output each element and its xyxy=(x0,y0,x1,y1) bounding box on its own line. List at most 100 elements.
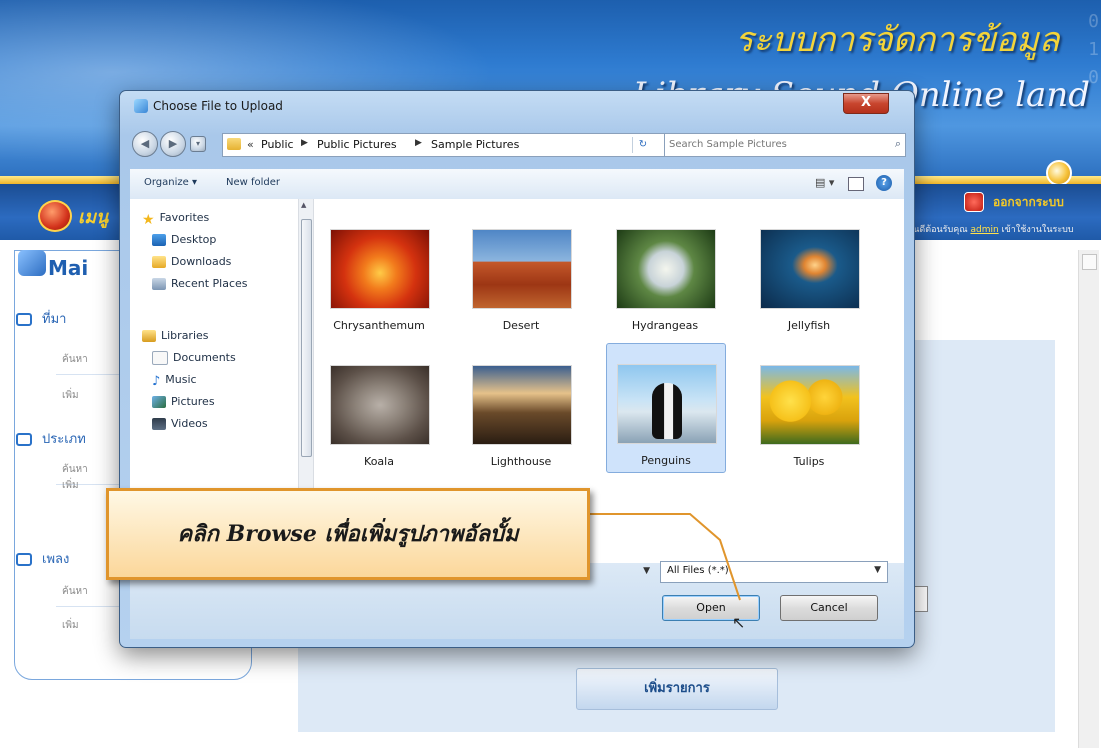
add-item-button[interactable]: เพิ่มรายการ xyxy=(576,668,778,710)
search-icon[interactable]: ⌕ xyxy=(895,137,901,151)
file-name: Desert xyxy=(502,319,540,332)
refresh-icon[interactable]: ↻ xyxy=(632,137,653,153)
welcome-prefix: ยินดีต้อนรับคุณ xyxy=(908,225,968,235)
page-scrollbar[interactable] xyxy=(1078,250,1099,748)
sidebar-sub-search[interactable]: ค้นหา xyxy=(62,462,122,477)
filename-dropdown-icon[interactable]: ▼ xyxy=(600,561,650,581)
sidebar-section-label: ที่มา xyxy=(42,312,67,327)
forward-button[interactable]: ▶ xyxy=(160,131,186,157)
file-lighthouse[interactable]: Lighthouse xyxy=(462,353,580,481)
nav-desktop[interactable]: Desktop xyxy=(152,233,216,253)
address-bar[interactable]: « Public ▶ Public Pictures ▶ Sample Pict… xyxy=(222,133,727,157)
file-desert[interactable]: Desert xyxy=(462,217,580,345)
scroll-thumb[interactable] xyxy=(301,219,312,457)
sidebar-sub-add[interactable]: เพิ่ม xyxy=(62,618,122,633)
sidebar-sub-search[interactable]: ค้นหา xyxy=(62,584,122,599)
sidebar-section-type[interactable]: ประเภท xyxy=(16,428,126,450)
new-folder-button[interactable]: New folder xyxy=(226,177,280,188)
nav-label: Favorites xyxy=(159,211,210,224)
dialog-app-icon xyxy=(134,99,148,113)
nav-label: Videos xyxy=(171,417,208,430)
user-name-link[interactable]: admin xyxy=(970,225,998,235)
file-penguins-selected[interactable]: Penguins xyxy=(606,343,726,473)
recent-places-icon xyxy=(152,278,166,290)
chevron-down-icon[interactable]: ▼ xyxy=(874,565,881,575)
power-icon[interactable] xyxy=(964,192,984,212)
sidebar-section-source[interactable]: ที่มา xyxy=(16,308,126,330)
file-name: Hydrangeas xyxy=(631,319,699,332)
nav-label: Desktop xyxy=(171,233,217,246)
pictures-icon xyxy=(152,396,166,408)
music-icon: ♪ xyxy=(152,374,161,389)
organize-menu[interactable]: Organize ▾ xyxy=(144,177,197,188)
nav-label: Documents xyxy=(173,351,236,364)
breadcrumb-separator-icon[interactable]: ▶ xyxy=(415,138,422,148)
star-icon: ★ xyxy=(142,212,155,228)
help-icon[interactable]: ? xyxy=(876,175,892,191)
documents-icon xyxy=(152,351,168,365)
nav-label: Pictures xyxy=(171,395,215,408)
sidebar-section-label: ประเภท xyxy=(42,432,86,447)
back-button[interactable]: ◀ xyxy=(132,131,158,157)
image-thumbnail xyxy=(330,229,430,309)
callout-text: คลิก Browse เพื่อเพิ่มรูปภาพอัลบั้ม xyxy=(177,521,519,547)
videos-icon xyxy=(152,418,166,430)
nav-label: Libraries xyxy=(161,329,209,342)
breadcrumb-separator-icon[interactable]: ▶ xyxy=(301,138,308,148)
nav-label: Downloads xyxy=(171,255,232,268)
sidebar-sub-search[interactable]: ค้นหา xyxy=(62,352,122,367)
scroll-thumb[interactable] xyxy=(1082,254,1097,270)
bullet-icon xyxy=(16,433,32,446)
nav-documents[interactable]: Documents xyxy=(152,351,236,371)
libraries-icon xyxy=(142,330,156,342)
breadcrumb-public[interactable]: Public xyxy=(261,138,294,151)
file-name: Jellyfish xyxy=(787,319,831,332)
image-thumbnail xyxy=(616,229,716,309)
file-type-value: All Files (*.*) xyxy=(667,565,729,576)
preview-pane-icon[interactable] xyxy=(848,177,864,191)
file-koala[interactable]: Koala xyxy=(320,353,438,481)
close-button[interactable]: X xyxy=(843,93,889,114)
user-welcome: ยินดีต้อนรับคุณ admin เข้าใช้งานในระบบ xyxy=(908,222,1101,236)
divider xyxy=(56,374,126,375)
breadcrumb-public-pictures[interactable]: Public Pictures xyxy=(317,138,397,151)
address-overflow[interactable]: « xyxy=(247,138,254,151)
nav-videos[interactable]: Videos xyxy=(152,417,208,437)
divider xyxy=(56,606,126,607)
image-thumbnail xyxy=(617,364,717,444)
image-thumbnail xyxy=(472,365,572,445)
nav-favorites[interactable]: ★ Favorites xyxy=(142,211,209,231)
nav-pictures[interactable]: Pictures xyxy=(152,395,215,415)
image-thumbnail xyxy=(472,229,572,309)
bullet-icon xyxy=(16,313,32,326)
nav-label: Music xyxy=(165,373,197,386)
instruction-callout: คลิก Browse เพื่อเพิ่มรูปภาพอัลบั้ม xyxy=(106,488,590,580)
cancel-button[interactable]: Cancel xyxy=(780,595,878,621)
main-menu-icon xyxy=(18,250,46,276)
nav-label: Recent Places xyxy=(171,277,248,290)
bullet-icon xyxy=(16,553,32,566)
desktop-icon xyxy=(152,234,166,246)
nav-home-label[interactable]: เมนู xyxy=(78,202,108,231)
logout-link[interactable]: ออกจากระบบ xyxy=(993,193,1064,212)
view-options-icon[interactable]: ▤ ▾ xyxy=(815,176,837,190)
file-name: Lighthouse xyxy=(490,455,552,468)
file-tulips[interactable]: Tulips xyxy=(750,353,868,481)
breadcrumb-sample-pictures[interactable]: Sample Pictures xyxy=(431,138,519,151)
file-jellyfish[interactable]: Jellyfish xyxy=(750,217,868,345)
recent-pages-dropdown[interactable]: ▾ xyxy=(190,136,206,152)
nav-recent-places[interactable]: Recent Places xyxy=(152,277,248,297)
file-chrysanthemum[interactable]: Chrysanthemum xyxy=(320,217,438,345)
nav-libraries[interactable]: Libraries xyxy=(142,329,209,349)
nav-music[interactable]: ♪ Music xyxy=(152,373,197,393)
dialog-toolbar: Organize ▾ New folder ▤ ▾ ? xyxy=(130,169,904,200)
home-icon[interactable] xyxy=(38,200,72,232)
file-hydrangeas[interactable]: Hydrangeas xyxy=(606,217,724,345)
search-input[interactable] xyxy=(669,136,869,152)
sidebar-sub-add[interactable]: เพิ่ม xyxy=(62,388,122,403)
nav-downloads[interactable]: Downloads xyxy=(152,255,231,275)
file-type-select[interactable]: All Files (*.*) ▼ xyxy=(660,561,888,583)
scroll-up-icon[interactable]: ▲ xyxy=(301,201,306,209)
header-title-thai: ระบบการจัดการข้อมูล xyxy=(735,20,1060,60)
search-box[interactable]: ⌕ xyxy=(664,133,906,157)
